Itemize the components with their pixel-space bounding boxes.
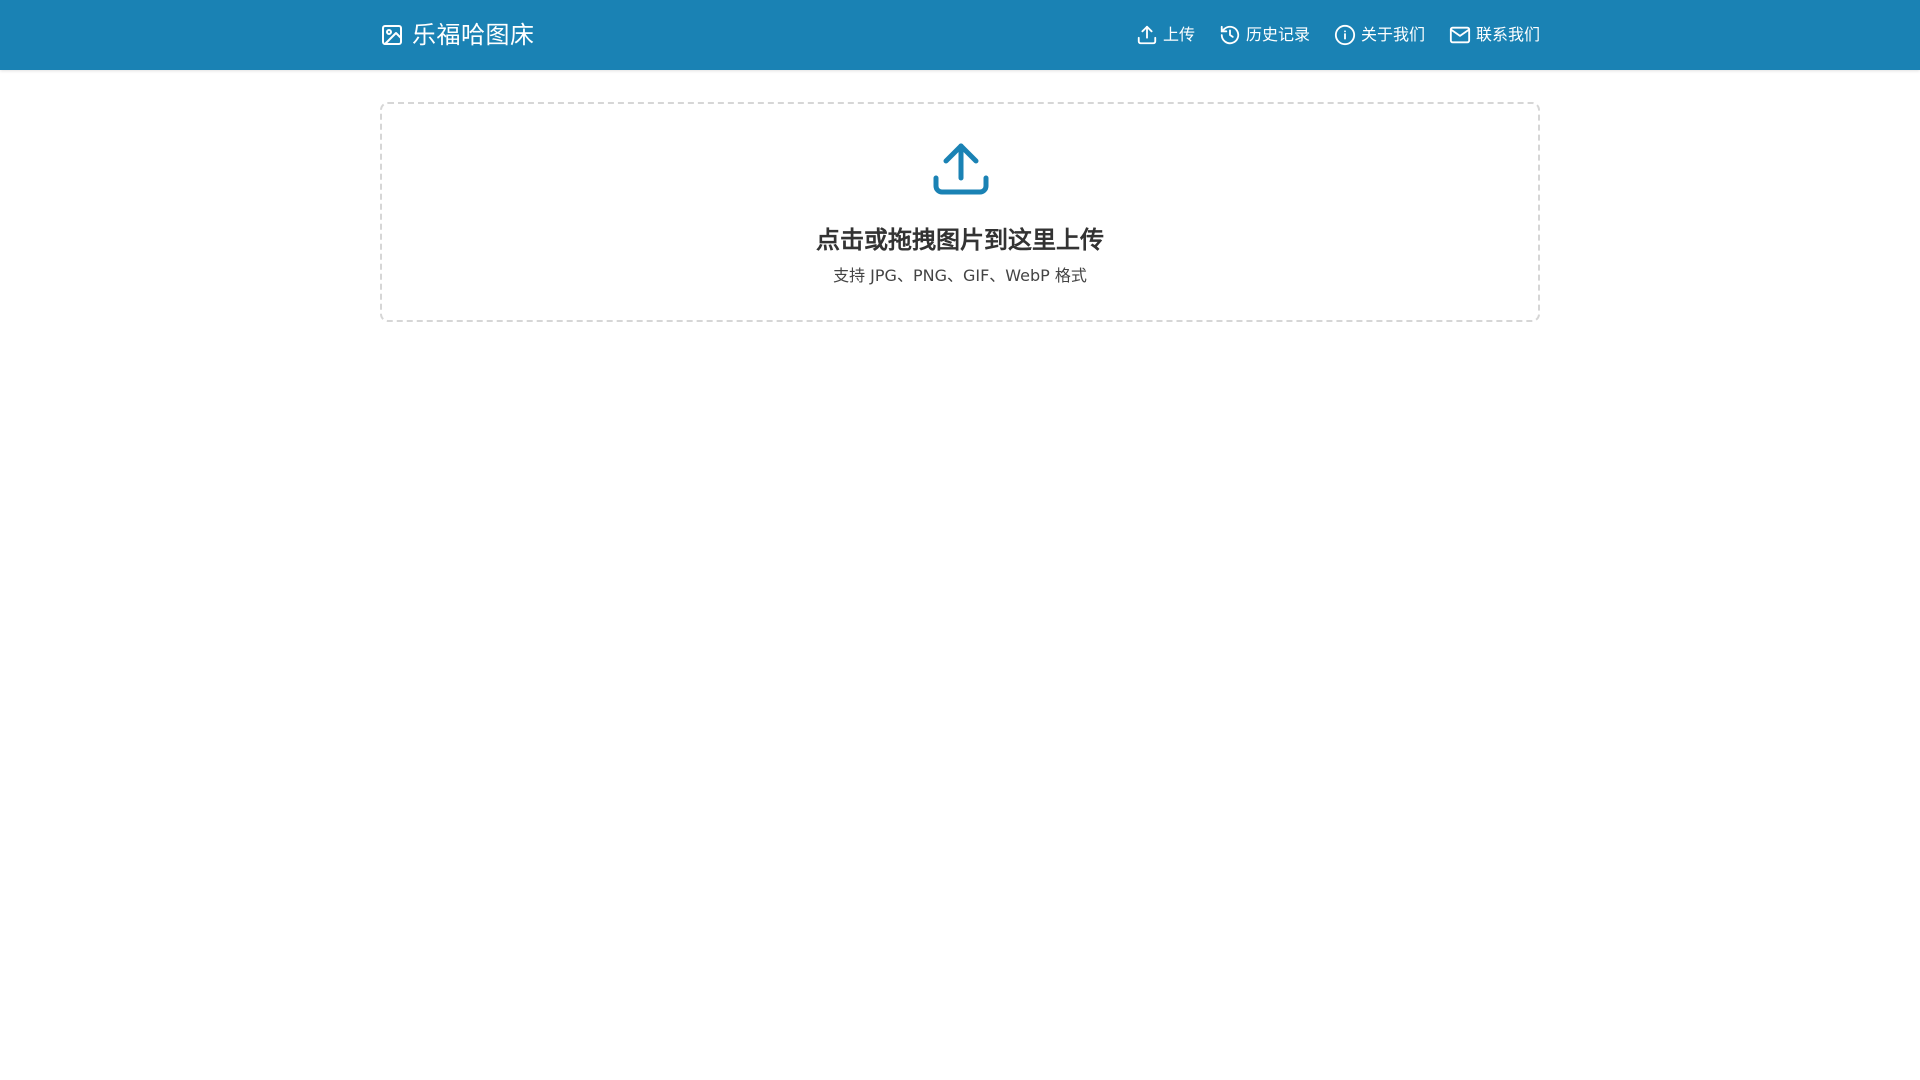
upload-title: 点击或拖拽图片到这里上传 [816, 226, 1104, 254]
brand-link[interactable]: 乐福哈图床 [380, 0, 535, 70]
upload-subtitle: 支持 JPG、PNG、GIF、WebP 格式 [833, 266, 1087, 285]
nav-history[interactable]: 历史记录 [1219, 24, 1310, 46]
nav-contact-label: 联系我们 [1475, 25, 1540, 44]
main-nav: 上传 历史记录 关于我们 联系我们 [1136, 0, 1540, 70]
top-header: 乐福哈图床 上传 历史记录 关于我们 联系我们 [0, 0, 1920, 70]
upload-icon [932, 140, 990, 198]
mail-icon [1449, 24, 1471, 46]
info-icon [1334, 24, 1356, 46]
nav-upload[interactable]: 上传 [1136, 24, 1195, 46]
nav-upload-label: 上传 [1162, 25, 1195, 44]
history-icon [1219, 24, 1241, 46]
nav-history-label: 历史记录 [1245, 25, 1310, 44]
site-title: 乐福哈图床 [412, 21, 535, 49]
nav-about-label: 关于我们 [1360, 25, 1425, 44]
upload-icon [1136, 24, 1158, 46]
nav-contact[interactable]: 联系我们 [1449, 24, 1540, 46]
image-icon [380, 23, 404, 47]
upload-dropzone[interactable]: 点击或拖拽图片到这里上传 支持 JPG、PNG、GIF、WebP 格式 [380, 102, 1540, 322]
nav-about[interactable]: 关于我们 [1334, 24, 1425, 46]
